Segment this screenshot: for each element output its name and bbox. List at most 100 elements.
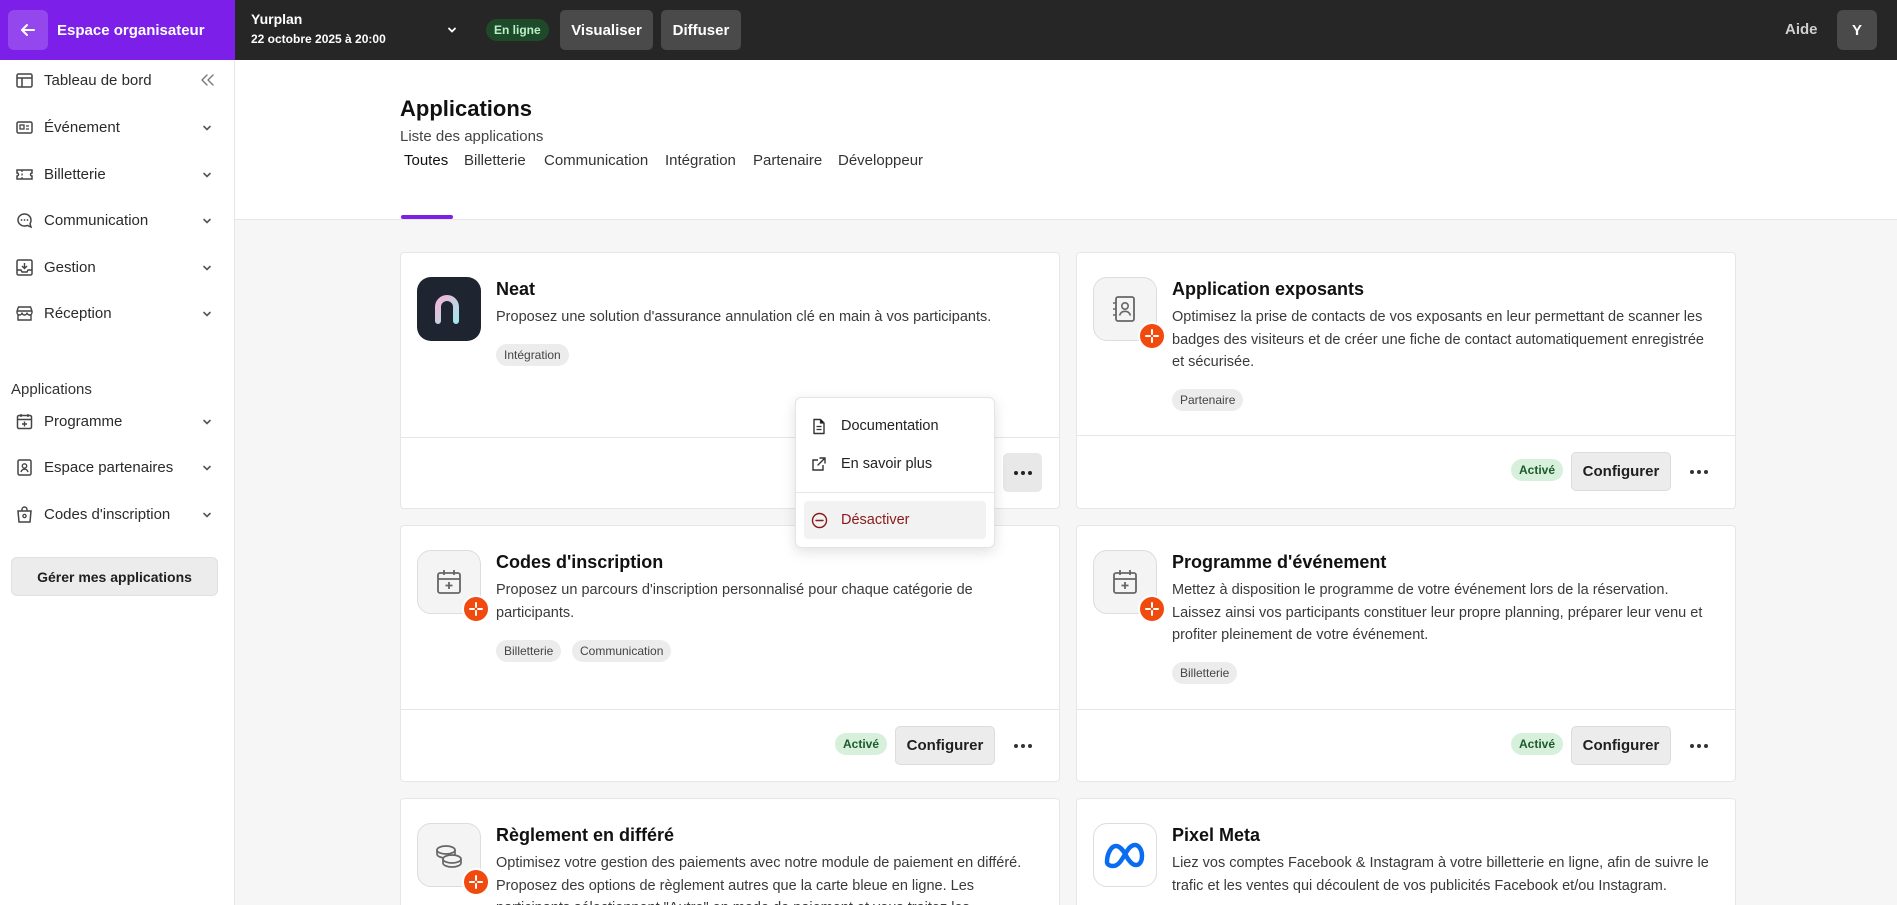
app-provider-badge-icon xyxy=(462,868,490,896)
sidebar-item-communication[interactable]: Communication xyxy=(0,200,234,240)
tag-chip: Billetterie xyxy=(1172,662,1238,684)
app-provider-badge-icon xyxy=(1138,322,1166,350)
menu-item-label: Désactiver xyxy=(841,512,910,528)
avatar[interactable]: Y xyxy=(1837,10,1877,50)
more-options-button[interactable] xyxy=(1679,726,1718,765)
manage-applications-button[interactable]: Gérer mes applications xyxy=(11,557,218,596)
sidebar-item-ticketing[interactable]: Billetterie xyxy=(0,154,234,194)
back-arrow-icon[interactable] xyxy=(8,10,48,50)
more-dots-icon xyxy=(1689,743,1708,748)
page-title: Applications xyxy=(400,96,533,121)
app-card-pixel-meta: Pixel Meta Liez vos comptes Facebook & I… xyxy=(1076,798,1736,905)
sidebar-item-registration-codes[interactable]: Codes d'inscription xyxy=(0,494,234,534)
app-description: Optimisez votre gestion des paiements av… xyxy=(496,855,1022,905)
collapse-sidebar-icon[interactable] xyxy=(199,73,215,92)
card-divider xyxy=(1077,435,1735,436)
chat-icon xyxy=(15,211,34,230)
app-card-registration-codes: Codes d'inscription Proposez un parcours… xyxy=(400,525,1060,782)
more-options-menu: Documentation En savoir plus Désactiver xyxy=(795,397,995,548)
tab-partner[interactable]: Partenaire xyxy=(753,152,822,192)
tab-communication[interactable]: Communication xyxy=(544,152,648,192)
sidebar-item-label: Programme xyxy=(44,412,123,430)
sidebar-item-dashboard[interactable]: Tableau de bord xyxy=(0,60,234,100)
menu-item-label: En savoir plus xyxy=(841,456,933,472)
organizer-space-label: Espace organisateur xyxy=(57,21,205,39)
menu-item-deactivate[interactable]: Désactiver xyxy=(804,501,986,539)
top-bar: Espace organisateur Yurplan 22 octobre 2… xyxy=(0,0,1897,60)
event-card-icon xyxy=(15,118,34,137)
chevron-down-icon xyxy=(201,415,213,433)
app-title: Programme d'événement xyxy=(1172,552,1387,572)
more-options-button[interactable] xyxy=(1003,726,1042,765)
sidebar-item-management[interactable]: Gestion xyxy=(0,247,234,287)
organizer-space-button[interactable]: Espace organisateur xyxy=(0,0,235,60)
tab-developer[interactable]: Développeur xyxy=(838,152,923,192)
app-title: Règlement en différé xyxy=(496,825,675,845)
sidebar-item-event[interactable]: Événement xyxy=(0,107,234,147)
chevron-down-icon xyxy=(201,168,213,186)
chevron-down-icon xyxy=(201,214,213,232)
card-divider xyxy=(401,709,1059,710)
tag-chip: Billetterie xyxy=(496,640,562,662)
calendar-plus-icon xyxy=(437,570,461,594)
menu-item-documentation[interactable]: Documentation xyxy=(804,407,986,445)
contact-badge-icon xyxy=(1113,296,1135,322)
more-options-button[interactable] xyxy=(1003,453,1042,492)
sidebar-item-label: Tableau de bord xyxy=(44,71,152,89)
app-description: Proposez un parcours d'inscription perso… xyxy=(496,582,973,621)
sidebar-item-reception[interactable]: Réception xyxy=(0,293,234,333)
chevron-down-icon xyxy=(201,261,213,279)
broadcast-button[interactable]: Diffuser xyxy=(661,10,741,50)
sidebar-section-title: Applications xyxy=(11,381,92,398)
coins-icon xyxy=(436,845,462,868)
calendar-plus-icon xyxy=(1113,570,1137,594)
more-dots-icon xyxy=(1013,470,1032,475)
help-link[interactable]: Aide xyxy=(1785,21,1818,38)
meta-logo-icon xyxy=(1093,823,1157,887)
app-description: Optimisez la prise de contacts de vos ex… xyxy=(1172,309,1704,370)
app-description: Proposez une solution d'assurance annula… xyxy=(496,309,992,325)
sidebar-item-label: Codes d'inscription xyxy=(44,505,171,523)
more-dots-icon xyxy=(1013,743,1032,748)
sidebar-item-partner-space[interactable]: Espace partenaires xyxy=(0,447,234,487)
app-provider-badge-icon xyxy=(462,595,490,623)
configure-button[interactable]: Configurer xyxy=(1571,452,1671,491)
chevron-down-icon xyxy=(201,307,213,325)
app-card-exhibitors: Application exposants Optimisez la prise… xyxy=(1076,252,1736,509)
configure-button[interactable]: Configurer xyxy=(1571,726,1671,765)
tag-chip: Communication xyxy=(572,640,672,662)
more-options-button[interactable] xyxy=(1679,452,1718,491)
status-badge: Activé xyxy=(1511,733,1564,755)
active-tab-indicator xyxy=(401,215,453,219)
sidebar-item-program[interactable]: Programme xyxy=(0,401,234,441)
more-dots-icon xyxy=(1689,469,1708,474)
app-card-deferred-payment: Règlement en différé Optimisez votre ges… xyxy=(400,798,1060,905)
external-link-icon xyxy=(811,456,827,477)
chevron-down-icon[interactable] xyxy=(446,23,458,41)
sidebar-item-label: Gestion xyxy=(44,258,96,276)
event-selector[interactable]: Yurplan 22 octobre 2025 à 20:00 xyxy=(251,11,386,46)
tab-all[interactable]: Toutes xyxy=(404,152,448,192)
status-badge: Activé xyxy=(1511,459,1564,481)
menu-item-learn-more[interactable]: En savoir plus xyxy=(804,445,986,483)
app-description: Mettez à disposition le programme de vot… xyxy=(1172,582,1703,643)
event-date: 22 octobre 2025 à 20:00 xyxy=(251,32,386,46)
tab-integration[interactable]: Intégration xyxy=(665,152,736,192)
tag-chip: Intégration xyxy=(496,344,569,366)
visualize-button[interactable]: Visualiser xyxy=(560,10,653,50)
tag-chip: Partenaire xyxy=(1172,389,1244,411)
menu-divider xyxy=(796,492,994,493)
lock-bag-icon xyxy=(15,505,34,524)
tab-ticketing[interactable]: Billetterie xyxy=(464,152,526,192)
app-description: Liez vos comptes Facebook & Instagram à … xyxy=(1172,855,1709,894)
chevron-down-icon xyxy=(201,461,213,479)
app-title: Pixel Meta xyxy=(1172,825,1261,845)
app-card-event-program: Programme d'événement Mettez à dispositi… xyxy=(1076,525,1736,782)
store-icon xyxy=(15,304,34,323)
registration-codes-logo xyxy=(417,550,490,623)
sidebar: Tableau de bord Événement Billetterie Co… xyxy=(0,60,235,905)
status-badge: Activé xyxy=(835,733,888,755)
contact-badge-icon xyxy=(15,458,34,477)
exhibitor-app-logo xyxy=(1093,277,1166,350)
configure-button[interactable]: Configurer xyxy=(895,726,995,765)
